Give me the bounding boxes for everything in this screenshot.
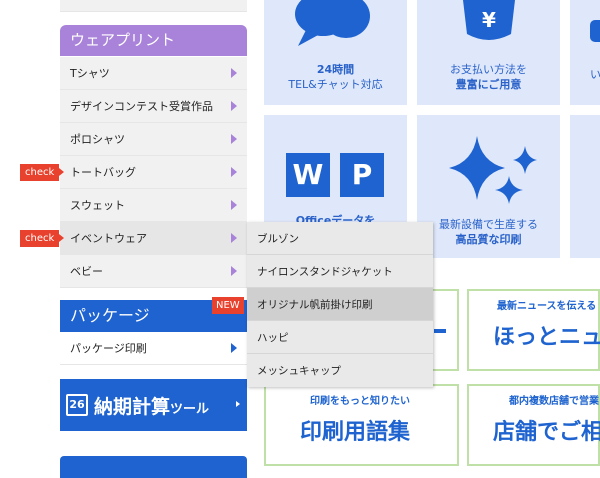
delivery-calc-button[interactable]: 26 納期計算ツール [60,379,247,431]
payment-tile[interactable]: ¥ お支払い方法を 豊富にご用意 [417,0,560,105]
svg-text:¥: ¥ [482,8,496,32]
flyout-item-blouson[interactable]: ブルゾン [247,222,433,255]
shop-banner[interactable]: 都内複数店舗で営業 店舗でご相 [467,384,600,466]
menu-item-package-print[interactable]: パッケージ印刷 [60,332,247,365]
chevron-right-icon [231,134,237,144]
news-caption: 最新ニュースを伝える [497,301,597,312]
chevron-right-icon [231,167,237,177]
new-badge: NEW [212,297,244,314]
menu-item-label: イベントウェア [70,232,147,245]
yen-purse-icon: ¥ [463,0,515,40]
menu-item-baby[interactable]: ベビー [60,255,247,288]
banner-dash [434,329,446,333]
payment-line1: お支払い方法を [450,63,527,76]
facility-line2: 高品質な印刷 [455,233,522,246]
package-title: パッケージ [70,306,150,325]
chevron-right-icon [231,101,237,111]
store-service-banner[interactable] [60,456,247,478]
chat-bubbles-icon [295,0,370,46]
partial-tile-right-top[interactable]: い [570,0,600,105]
payment-line2: 豊富にご用意 [455,78,522,91]
menu-item-event-wear[interactable]: イベントウェア [60,222,247,255]
chevron-right-icon [231,200,237,210]
check-badge: check [20,230,65,247]
glossary-banner[interactable]: 印刷をもっと知りたい 印刷用語集 [264,384,459,466]
flyout-item-happi[interactable]: ハッピ [247,321,433,354]
flyout-item-label: ブルゾン [257,232,299,245]
support-line1: 24時間 [316,63,355,76]
news-title: ほっとニュー [493,325,600,350]
glossary-title: 印刷用語集 [300,420,411,445]
event-wear-flyout: ブルゾン ナイロンスタンドジャケット オリジナル帆前掛け印刷 ハッピ メッシュキ… [247,222,433,387]
flyout-item-nylon-jacket[interactable]: ナイロンスタンドジャケット [247,255,433,288]
wear-print-title: ウェアプリント [70,31,176,49]
menu-item-label: トートバッグ [70,166,136,179]
flyout-item-label: ハッピ [257,331,289,344]
delivery-calc-suffix: ツール [170,402,210,417]
powerpoint-icon: P [340,153,384,197]
menu-item-tote-bag[interactable]: トートバッグ [60,156,247,189]
facility-line1: 最新設備で生産する [439,218,538,231]
flyout-item-label: ナイロンスタンドジャケット [257,265,393,278]
flyout-item-label: オリジナル帆前掛け印刷 [257,298,373,311]
menu-item-label: Tシャツ [70,67,110,80]
check-badge: check [20,164,65,181]
menu-item-label: ベビー [70,265,103,278]
menu-item-design-contest[interactable]: デザインコンテスト受賞作品 [60,90,247,123]
menu-item-label: スウェット [70,199,125,212]
menu-item-sweat[interactable]: スウェット [60,189,247,222]
menu-item-label: デザインコンテスト受賞作品 [70,100,213,113]
wear-print-header: ウェアプリント [60,25,247,56]
sparkle-icon [449,136,537,204]
partial-text: い [590,68,600,81]
chevron-right-icon [231,68,237,78]
flyout-item-sail-apron[interactable]: オリジナル帆前掛け印刷 [247,288,433,321]
chevron-right-icon [236,401,240,407]
flyout-item-label: メッシュキャップ [257,365,341,377]
new-facility-tile[interactable]: 最新設備で生産する 高品質な印刷 [417,115,560,258]
menu-item-label: ポロシャツ [70,133,125,146]
partial-icon [590,20,600,42]
delivery-calc-label-wrap: 納期計算ツール [94,392,209,419]
chevron-right-icon [231,343,237,353]
menu-item-polo[interactable]: ポロシャツ [60,123,247,156]
glossary-caption: 印刷をもっと知りたい [310,396,410,407]
partial-tile-right-mid[interactable] [570,115,600,258]
menu-item-tshirt[interactable]: Tシャツ [60,57,247,90]
previous-menu-item[interactable] [60,0,247,12]
word-icon: W [286,153,330,197]
office-tile[interactable]: W P Officeデータを [264,115,407,227]
shop-caption: 都内複数店舗で営業 [509,396,599,407]
support-tile[interactable]: 24時間 TEL&チャット対応 [264,0,407,105]
shop-title: 店舗でご相 [493,420,600,445]
flyout-item-mesh-cap[interactable]: メッシュキャップ [247,354,433,387]
chevron-right-icon [231,233,237,243]
delivery-calc-label: 納期計算 [94,396,171,418]
news-banner[interactable]: 最新ニュースを伝える ほっとニュー [467,289,600,371]
chevron-right-icon [231,266,237,276]
calendar-day: 26 [69,398,85,411]
support-line2: TEL&チャット対応 [288,78,383,91]
calendar-icon: 26 [66,394,88,416]
menu-item-label: パッケージ印刷 [70,342,147,355]
